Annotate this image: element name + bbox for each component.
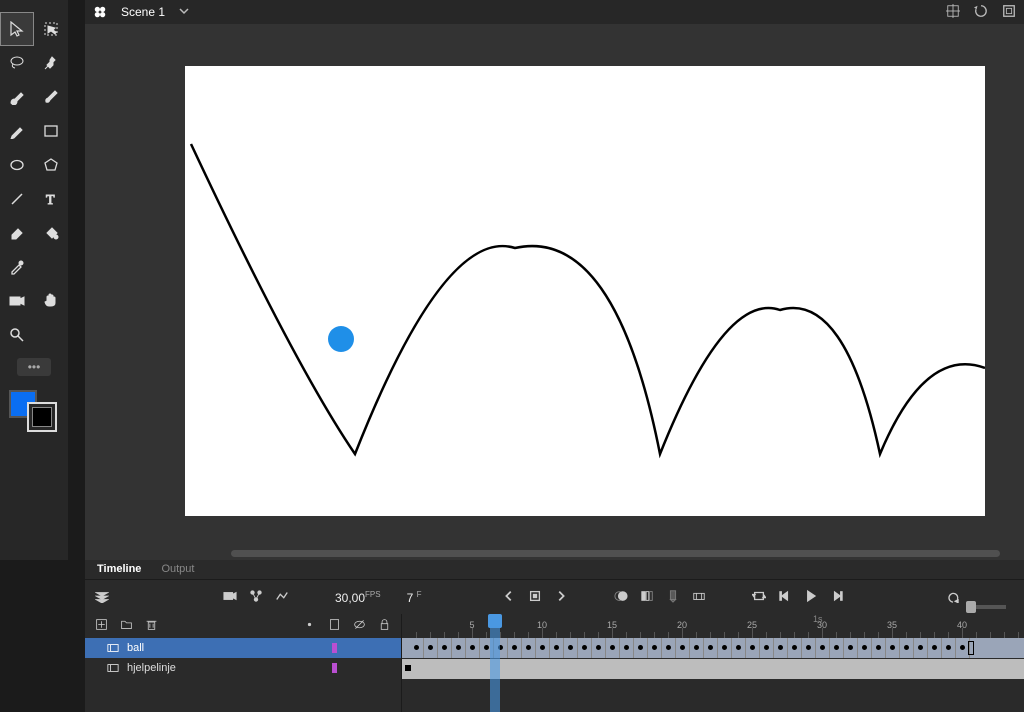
svg-text:T: T <box>46 193 55 207</box>
text-tool[interactable]: T <box>34 182 68 216</box>
play-icon[interactable] <box>804 589 818 606</box>
tab-output[interactable]: Output <box>151 560 204 579</box>
scene-chevron-down-icon[interactable] <box>179 6 189 19</box>
clip-stage-icon[interactable] <box>1002 4 1016 21</box>
ruler-label: 20 <box>677 620 687 630</box>
highlight-layer-icon[interactable] <box>303 618 316 634</box>
paint-bucket-tool[interactable] <box>34 216 68 250</box>
add-camera-icon[interactable] <box>223 589 237 606</box>
camera-tool[interactable] <box>0 284 34 318</box>
step-forward-one-icon[interactable] <box>554 589 568 606</box>
marker-icon[interactable] <box>666 589 680 606</box>
scene-clover-icon <box>93 5 107 19</box>
polygon-tool[interactable] <box>34 148 68 182</box>
fps-display[interactable]: 30,00FPS <box>335 590 381 605</box>
layer-row-hjelpelinje[interactable]: hjelpelinje <box>85 658 401 678</box>
zoom-tool[interactable] <box>0 318 34 352</box>
timeline-panel: Timeline Output 30,00FPS 7 F <box>85 560 1024 712</box>
paint-brush-tool[interactable] <box>34 80 68 114</box>
layer-filter-icon[interactable] <box>95 589 109 606</box>
toolbox: T ••• <box>0 0 68 560</box>
layer-column: ball hjelpelinje <box>85 614 402 712</box>
keyframe-insert-icon[interactable] <box>692 589 706 606</box>
zoom-slider[interactable] <box>966 605 1006 609</box>
hide-layer-icon[interactable] <box>353 618 366 634</box>
document-topbar: Scene 1 <box>85 0 1024 24</box>
loop-icon[interactable] <box>752 589 766 606</box>
hand-tool[interactable] <box>34 284 68 318</box>
eyedropper-tool[interactable] <box>0 250 34 284</box>
timeline-tabs: Timeline Output <box>85 560 1024 580</box>
brush-tool[interactable] <box>0 80 34 114</box>
new-folder-icon[interactable] <box>120 618 133 634</box>
layer-keyframe-indicator <box>332 643 337 653</box>
empty-tool-slot <box>34 250 68 284</box>
timeline-toolbar: 30,00FPS 7 F <box>85 580 1024 614</box>
tool-options-icon[interactable]: ••• <box>17 358 51 376</box>
scene-name[interactable]: Scene 1 <box>121 5 165 19</box>
keyframe-dot[interactable] <box>405 665 411 671</box>
undo-icon[interactable] <box>946 589 960 606</box>
lasso-tool[interactable] <box>0 46 34 80</box>
center-stage-icon[interactable] <box>946 4 960 21</box>
empty-tool-slot-2 <box>34 318 68 352</box>
loop-controls <box>752 589 844 606</box>
stage-view-controls <box>946 4 1016 21</box>
line-tool[interactable] <box>0 182 34 216</box>
color-swatches <box>9 390 59 434</box>
oval-tool[interactable] <box>0 148 34 182</box>
outline-layer-icon[interactable] <box>328 618 341 634</box>
layer-name: ball <box>127 642 144 654</box>
selection-tool[interactable] <box>0 12 34 46</box>
stage-canvas[interactable] <box>185 66 985 516</box>
ruler-label: 25 <box>747 620 757 630</box>
free-transform-tool[interactable] <box>34 12 68 46</box>
pen-tool[interactable] <box>0 114 34 148</box>
ruler-label: 10 <box>537 620 547 630</box>
motion-path <box>185 66 985 516</box>
onion-skin-icon[interactable] <box>614 589 628 606</box>
stroke-color-swatch[interactable] <box>27 402 57 432</box>
edit-multiple-frames-icon[interactable] <box>640 589 654 606</box>
stop-icon[interactable] <box>528 589 542 606</box>
playhead[interactable] <box>490 614 500 712</box>
pin-tool[interactable] <box>34 46 68 80</box>
rectangle-tool[interactable] <box>34 114 68 148</box>
layer-keyframe-indicator <box>332 663 337 673</box>
playback-controls <box>502 589 568 606</box>
layer-name: hjelpelinje <box>127 662 176 674</box>
track-area[interactable]: 1s 5101520253035404550 <box>402 614 1024 712</box>
layer-type-icon <box>107 642 119 654</box>
ruler-label: 40 <box>957 620 967 630</box>
eraser-tool[interactable] <box>0 216 34 250</box>
ruler-label: 35 <box>887 620 897 630</box>
ruler-label: 30 <box>817 620 827 630</box>
lock-layer-icon[interactable] <box>378 618 391 634</box>
tab-timeline[interactable]: Timeline <box>87 560 151 579</box>
layer-row-ball[interactable]: ball <box>85 638 401 658</box>
current-frame-display[interactable]: 7 F <box>407 590 422 605</box>
new-layer-icon[interactable] <box>95 618 108 634</box>
ruler-label: 5 <box>469 620 474 630</box>
delete-layer-icon[interactable] <box>145 618 158 634</box>
stage-horizontal-scrollbar[interactable] <box>231 550 1000 557</box>
ball-object[interactable] <box>328 326 354 352</box>
layer-depth-icon[interactable] <box>275 589 289 606</box>
layer-header <box>85 614 401 638</box>
rotate-stage-icon[interactable] <box>974 4 988 21</box>
ruler-label: 15 <box>607 620 617 630</box>
layer-type-icon <box>107 662 119 674</box>
step-back-icon[interactable] <box>778 589 792 606</box>
step-forward-icon[interactable] <box>830 589 844 606</box>
layer-parenting-icon[interactable] <box>249 589 263 606</box>
step-back-one-icon[interactable] <box>502 589 516 606</box>
stage-viewport <box>85 24 1024 560</box>
